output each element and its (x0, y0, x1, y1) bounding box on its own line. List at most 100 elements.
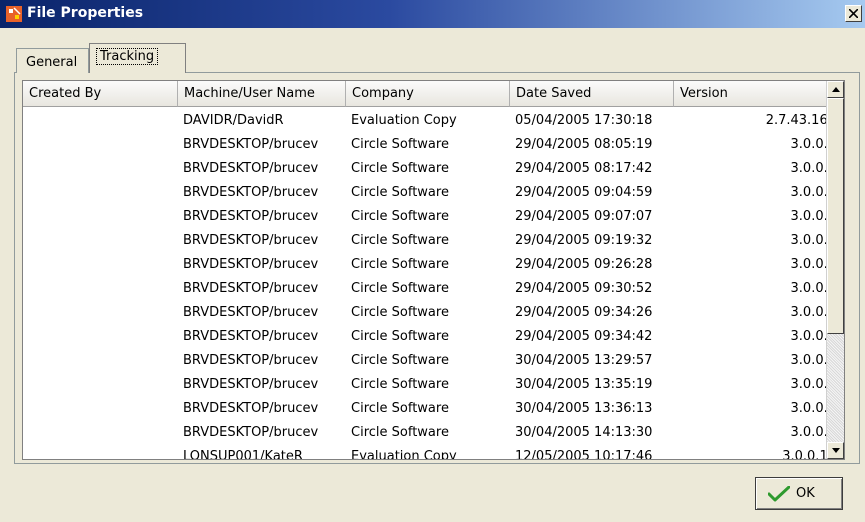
cell-date: 30/04/2005 14:13:30 (515, 425, 653, 440)
close-icon (849, 9, 858, 18)
cell-date: 30/04/2005 13:36:13 (515, 401, 653, 416)
tab-general-label: General (26, 55, 78, 70)
table-row[interactable]: BRVDESKTOP/brucev Circle Software 29/04/… (23, 157, 839, 181)
cell-version: 3.0.0.3 (790, 209, 836, 224)
cell-version: 3.0.0.3 (790, 305, 836, 320)
cell-date: 29/04/2005 09:26:28 (515, 257, 653, 272)
cell-company: Circle Software (351, 257, 449, 272)
cell-company: Evaluation Copy (351, 113, 457, 128)
cell-company: Evaluation Copy (351, 449, 457, 460)
cell-user: DAVIDR/DavidR (183, 113, 284, 128)
cell-user: BRVDESKTOP/brucev (183, 161, 319, 176)
cell-date: 29/04/2005 09:19:32 (515, 233, 653, 248)
cell-user: BRVDESKTOP/brucev (183, 353, 319, 368)
vertical-scrollbar[interactable] (826, 81, 844, 459)
cell-company: Circle Software (351, 353, 449, 368)
table-row[interactable]: BRVDESKTOP/brucev Circle Software 29/04/… (23, 205, 839, 229)
cell-user: BRVDESKTOP/brucev (183, 329, 319, 344)
cell-company: Circle Software (351, 209, 449, 224)
app-logo-icon (6, 6, 22, 22)
cell-user: LONSUP001/KateR (183, 449, 303, 460)
column-header-machine-user[interactable]: Machine/User Name (178, 81, 346, 107)
cell-date: 29/04/2005 09:30:52 (515, 281, 653, 296)
cell-version: 3.0.0.7 (790, 425, 836, 440)
ok-button-label: OK (796, 486, 815, 501)
cell-date: 30/04/2005 13:35:19 (515, 377, 653, 392)
cell-date: 29/04/2005 09:04:59 (515, 185, 653, 200)
cell-version: 2.7.43.163 (765, 113, 836, 128)
file-properties-dialog: File Properties General Tracking Created… (0, 0, 865, 522)
table-row[interactable]: BRVDESKTOP/brucev Circle Software 30/04/… (23, 397, 839, 421)
arrow-up-icon (832, 87, 840, 92)
scroll-up-button[interactable] (827, 81, 844, 98)
tab-tracking-label: Tracking (96, 48, 159, 65)
cell-user: BRVDESKTOP/brucev (183, 401, 319, 416)
cell-version: 3.0.0.3 (790, 233, 836, 248)
table-row[interactable]: BRVDESKTOP/brucev Circle Software 29/04/… (23, 277, 839, 301)
table-row[interactable]: BRVDESKTOP/brucev Circle Software 30/04/… (23, 421, 839, 445)
cell-user: BRVDESKTOP/brucev (183, 425, 319, 440)
cell-company: Circle Software (351, 161, 449, 176)
table-row[interactable]: DAVIDR/DavidR Evaluation Copy 05/04/2005… (23, 109, 839, 133)
cell-version: 3.0.0.3 (790, 257, 836, 272)
cell-version: 3.0.0.10 (782, 449, 836, 460)
table-row[interactable]: BRVDESKTOP/brucev Circle Software 29/04/… (23, 181, 839, 205)
cell-date: 05/04/2005 17:30:18 (515, 113, 653, 128)
window-title: File Properties (27, 5, 144, 21)
cell-company: Circle Software (351, 329, 449, 344)
cell-version: 3.0.0.3 (790, 185, 836, 200)
cell-version: 3.0.0.3 (790, 137, 836, 152)
arrow-down-icon (832, 448, 840, 453)
table-row[interactable]: BRVDESKTOP/brucev Circle Software 29/04/… (23, 301, 839, 325)
cell-user: BRVDESKTOP/brucev (183, 209, 319, 224)
cell-company: Circle Software (351, 185, 449, 200)
cell-date: 29/04/2005 08:17:42 (515, 161, 653, 176)
cell-version: 3.0.0.7 (790, 377, 836, 392)
cell-version: 3.0.0.3 (790, 329, 836, 344)
scroll-track[interactable] (827, 334, 844, 442)
table-row[interactable]: BRVDESKTOP/brucev Circle Software 29/04/… (23, 253, 839, 277)
cell-company: Circle Software (351, 305, 449, 320)
ok-button[interactable]: OK (755, 477, 843, 510)
cell-version: 3.0.0.3 (790, 281, 836, 296)
cell-date: 29/04/2005 09:34:26 (515, 305, 653, 320)
cell-date: 29/04/2005 09:07:07 (515, 209, 653, 224)
table-row[interactable]: LONSUP001/KateR Evaluation Copy 12/05/20… (23, 445, 839, 460)
table-row[interactable]: BRVDESKTOP/brucev Circle Software 29/04/… (23, 325, 839, 349)
scroll-down-button[interactable] (827, 442, 844, 459)
table-row[interactable]: BRVDESKTOP/brucev Circle Software 30/04/… (23, 373, 839, 397)
column-header-version[interactable]: Version (674, 81, 839, 107)
checkmark-icon (768, 486, 790, 502)
scroll-thumb[interactable] (827, 98, 844, 334)
table-row[interactable]: BRVDESKTOP/brucev Circle Software 29/04/… (23, 229, 839, 253)
cell-version: 3.0.0.7 (790, 353, 836, 368)
cell-date: 30/04/2005 13:29:57 (515, 353, 653, 368)
cell-company: Circle Software (351, 401, 449, 416)
title-bar[interactable]: File Properties (0, 0, 865, 28)
cell-company: Circle Software (351, 425, 449, 440)
tracking-table[interactable]: Created By Machine/User Name Company Dat… (22, 80, 845, 460)
cell-company: Circle Software (351, 233, 449, 248)
cell-company: Circle Software (351, 281, 449, 296)
close-button[interactable] (845, 5, 862, 22)
column-header-date-saved[interactable]: Date Saved (510, 81, 674, 107)
cell-version: 3.0.0.3 (790, 161, 836, 176)
cell-user: BRVDESKTOP/brucev (183, 233, 319, 248)
table-row[interactable]: BRVDESKTOP/brucev Circle Software 30/04/… (23, 349, 839, 373)
cell-user: BRVDESKTOP/brucev (183, 281, 319, 296)
cell-user: BRVDESKTOP/brucev (183, 185, 319, 200)
tab-tracking[interactable]: Tracking (89, 43, 186, 73)
cell-company: Circle Software (351, 137, 449, 152)
cell-date: 29/04/2005 08:05:19 (515, 137, 653, 152)
table-header: Created By Machine/User Name Company Dat… (23, 81, 839, 107)
column-header-created-by[interactable]: Created By (23, 81, 178, 107)
cell-company: Circle Software (351, 377, 449, 392)
cell-version: 3.0.0.7 (790, 401, 836, 416)
column-header-company[interactable]: Company (346, 81, 510, 107)
cell-user: BRVDESKTOP/brucev (183, 257, 319, 272)
table-row[interactable]: BRVDESKTOP/brucev Circle Software 29/04/… (23, 133, 839, 157)
cell-user: BRVDESKTOP/brucev (183, 377, 319, 392)
tab-general[interactable]: General (16, 48, 89, 73)
cell-date: 29/04/2005 09:34:42 (515, 329, 653, 344)
cell-date: 12/05/2005 10:17:46 (515, 449, 653, 460)
